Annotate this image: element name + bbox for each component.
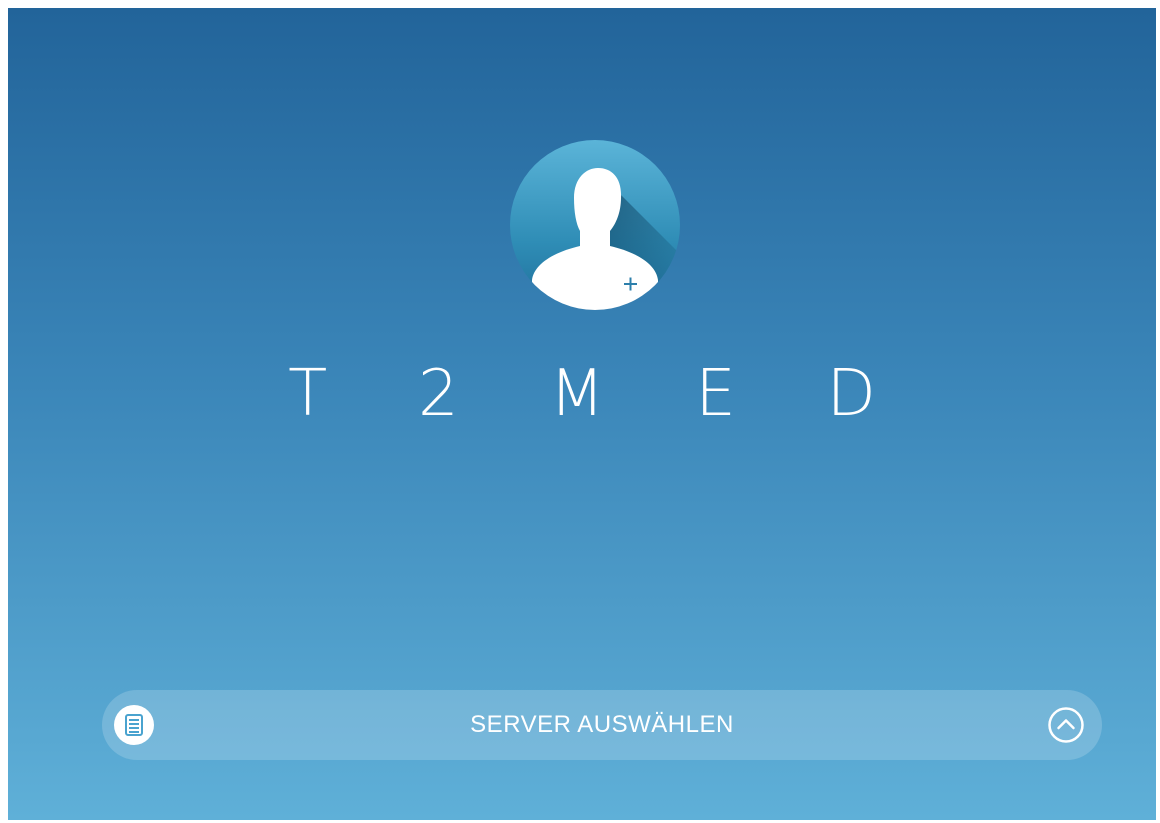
- user-avatar-icon: [510, 140, 680, 310]
- chevron-up-circle-icon[interactable]: [1046, 705, 1086, 745]
- app-brand-title: T 2 M E D: [288, 357, 912, 431]
- login-screen: T 2 M E D SERVER AUSWÄHLEN: [8, 8, 1156, 820]
- server-select-dropdown[interactable]: SERVER AUSWÄHLEN: [102, 690, 1102, 760]
- server-select-label: SERVER AUSWÄHLEN: [470, 711, 734, 738]
